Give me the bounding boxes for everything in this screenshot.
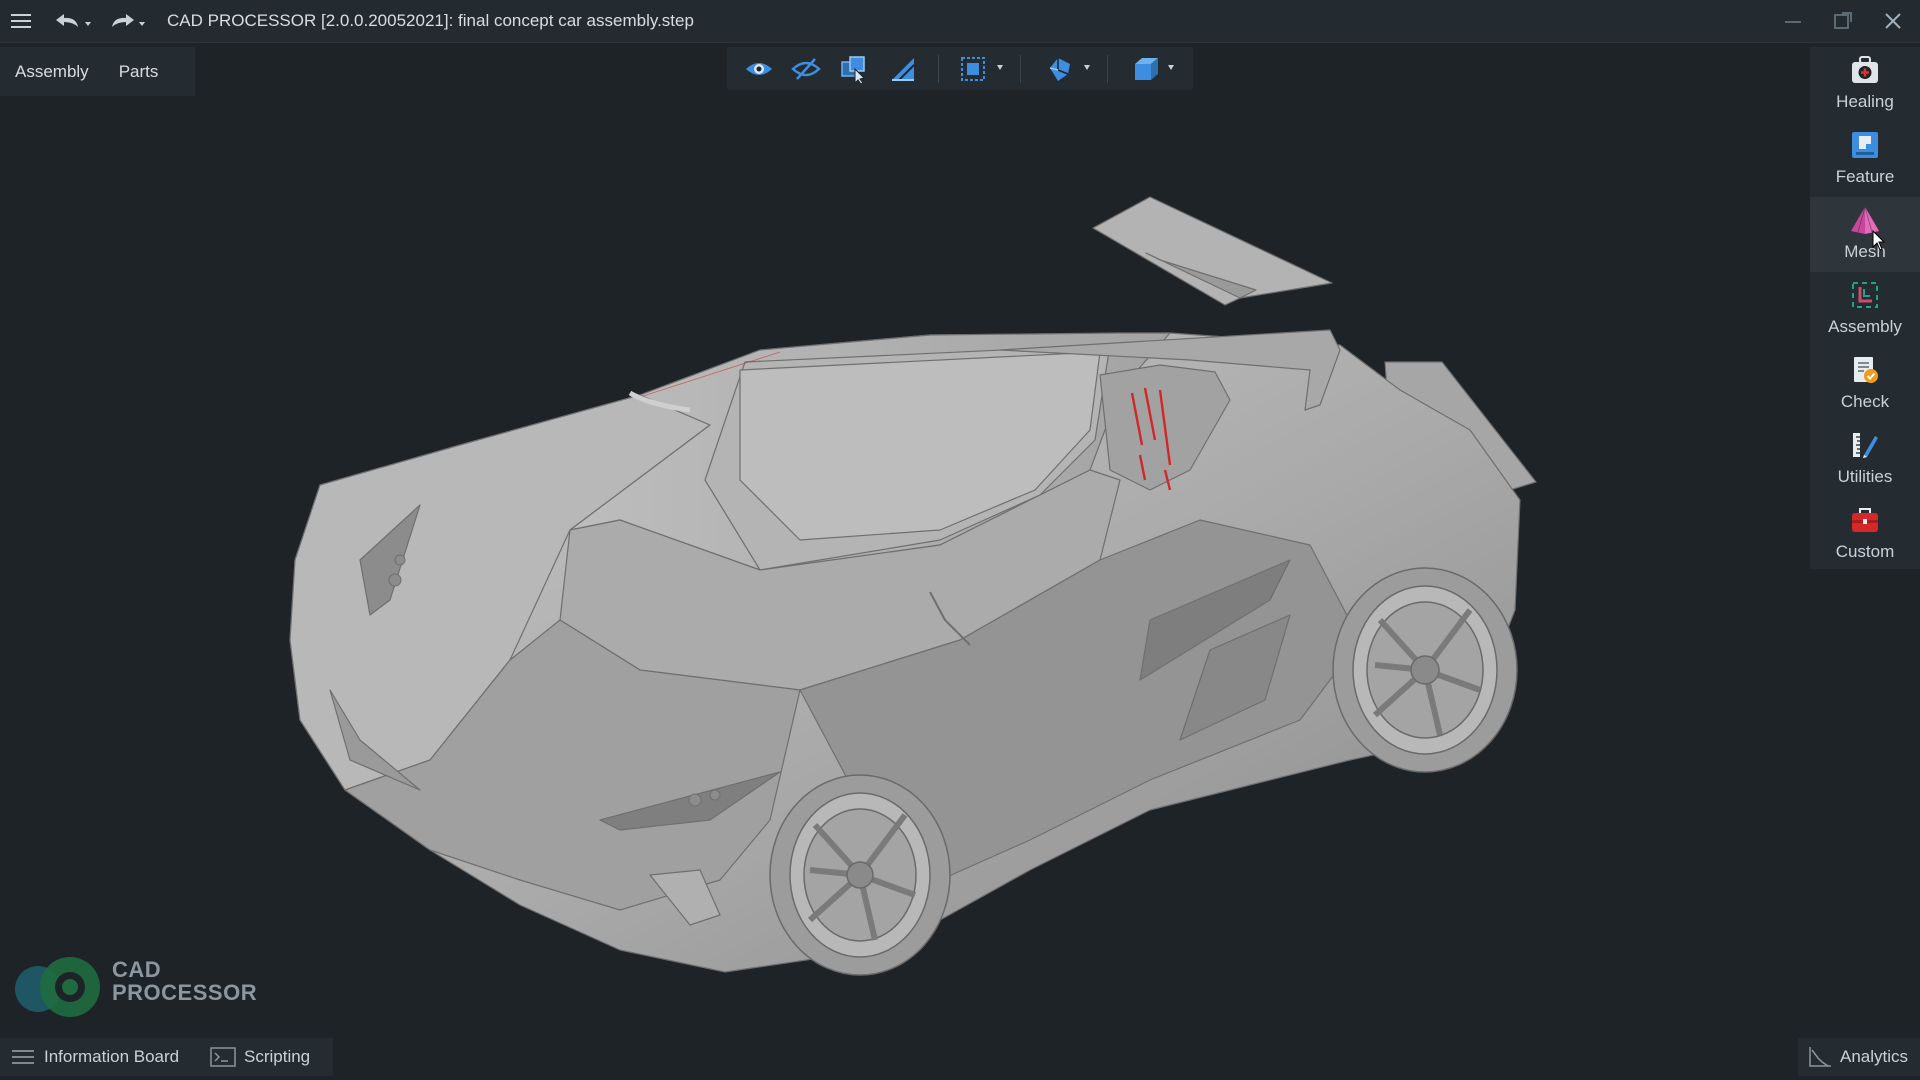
undo-icon xyxy=(56,14,91,27)
information-board-button[interactable]: Information Board xyxy=(0,1038,214,1076)
restore-icon xyxy=(1834,12,1852,29)
front-wheel xyxy=(769,774,951,976)
cad-processor-logo: CAD PROCESSOR xyxy=(8,955,257,1019)
measure-button[interactable] xyxy=(887,53,919,85)
logo-line-2: PROCESSOR xyxy=(112,980,258,1005)
restore-button[interactable] xyxy=(1818,0,1868,42)
selection-mode-dropdown[interactable] xyxy=(957,53,989,85)
title-bar: CAD PROCESSOR [2.0.0.20052021]: final co… xyxy=(0,0,1920,43)
analytics-label: Analytics xyxy=(1840,1047,1909,1066)
select-parts-button[interactable] xyxy=(838,53,870,85)
show-button[interactable] xyxy=(743,53,775,85)
close-button[interactable] xyxy=(1868,0,1918,42)
window-title: CAD PROCESSOR [2.0.0.20052021]: final co… xyxy=(167,11,694,30)
view-toolbar xyxy=(727,47,1193,90)
tab-parts[interactable]: Parts xyxy=(104,47,174,96)
rear-wheel xyxy=(1332,567,1518,773)
selection-mode-icon xyxy=(961,57,985,81)
minimize-button[interactable] xyxy=(1768,0,1818,42)
3d-viewport[interactable] xyxy=(0,96,1920,1036)
left-tabs: Assembly Parts xyxy=(0,47,195,96)
eye-icon xyxy=(746,63,772,75)
hide-icon xyxy=(791,58,821,80)
redo-icon xyxy=(112,14,145,27)
analytics-button[interactable]: Analytics xyxy=(1798,1038,1920,1076)
cube-view-dropdown[interactable] xyxy=(1043,53,1075,85)
logo-text: CAD PROCESSOR xyxy=(112,958,257,1004)
scripting-button[interactable]: Scripting xyxy=(200,1038,333,1076)
cube-view-icon xyxy=(1049,58,1070,81)
chevron-down-icon[interactable] xyxy=(1084,65,1090,70)
bottom-bar: Information Board Scripting Analytics xyxy=(0,1036,1920,1080)
measure-icon xyxy=(892,58,915,81)
list-icon xyxy=(12,1050,34,1064)
analytics-chart-icon xyxy=(1809,1047,1831,1067)
view-orientation-dropdown[interactable] xyxy=(1130,53,1162,85)
hide-button[interactable] xyxy=(790,53,822,85)
chevron-down-icon[interactable] xyxy=(1168,65,1174,70)
undo-button[interactable] xyxy=(50,0,94,42)
car-model[interactable] xyxy=(0,96,1920,1036)
logo-line-1: CAD xyxy=(112,957,162,982)
healing-kit-icon xyxy=(1848,53,1882,87)
view-orientation-icon xyxy=(1135,58,1158,80)
information-board-label: Information Board xyxy=(44,1047,180,1066)
close-icon xyxy=(1885,13,1901,29)
chevron-down-icon[interactable] xyxy=(997,65,1003,70)
tab-assembly[interactable]: Assembly xyxy=(0,47,104,96)
terminal-icon xyxy=(210,1047,236,1067)
select-parts-icon xyxy=(841,56,865,84)
minimize-icon xyxy=(1785,21,1801,23)
scripting-label: Scripting xyxy=(244,1047,311,1066)
hamburger-menu-icon[interactable] xyxy=(8,0,34,42)
redo-button[interactable] xyxy=(104,0,148,42)
logo-mark-icon xyxy=(15,957,100,1017)
